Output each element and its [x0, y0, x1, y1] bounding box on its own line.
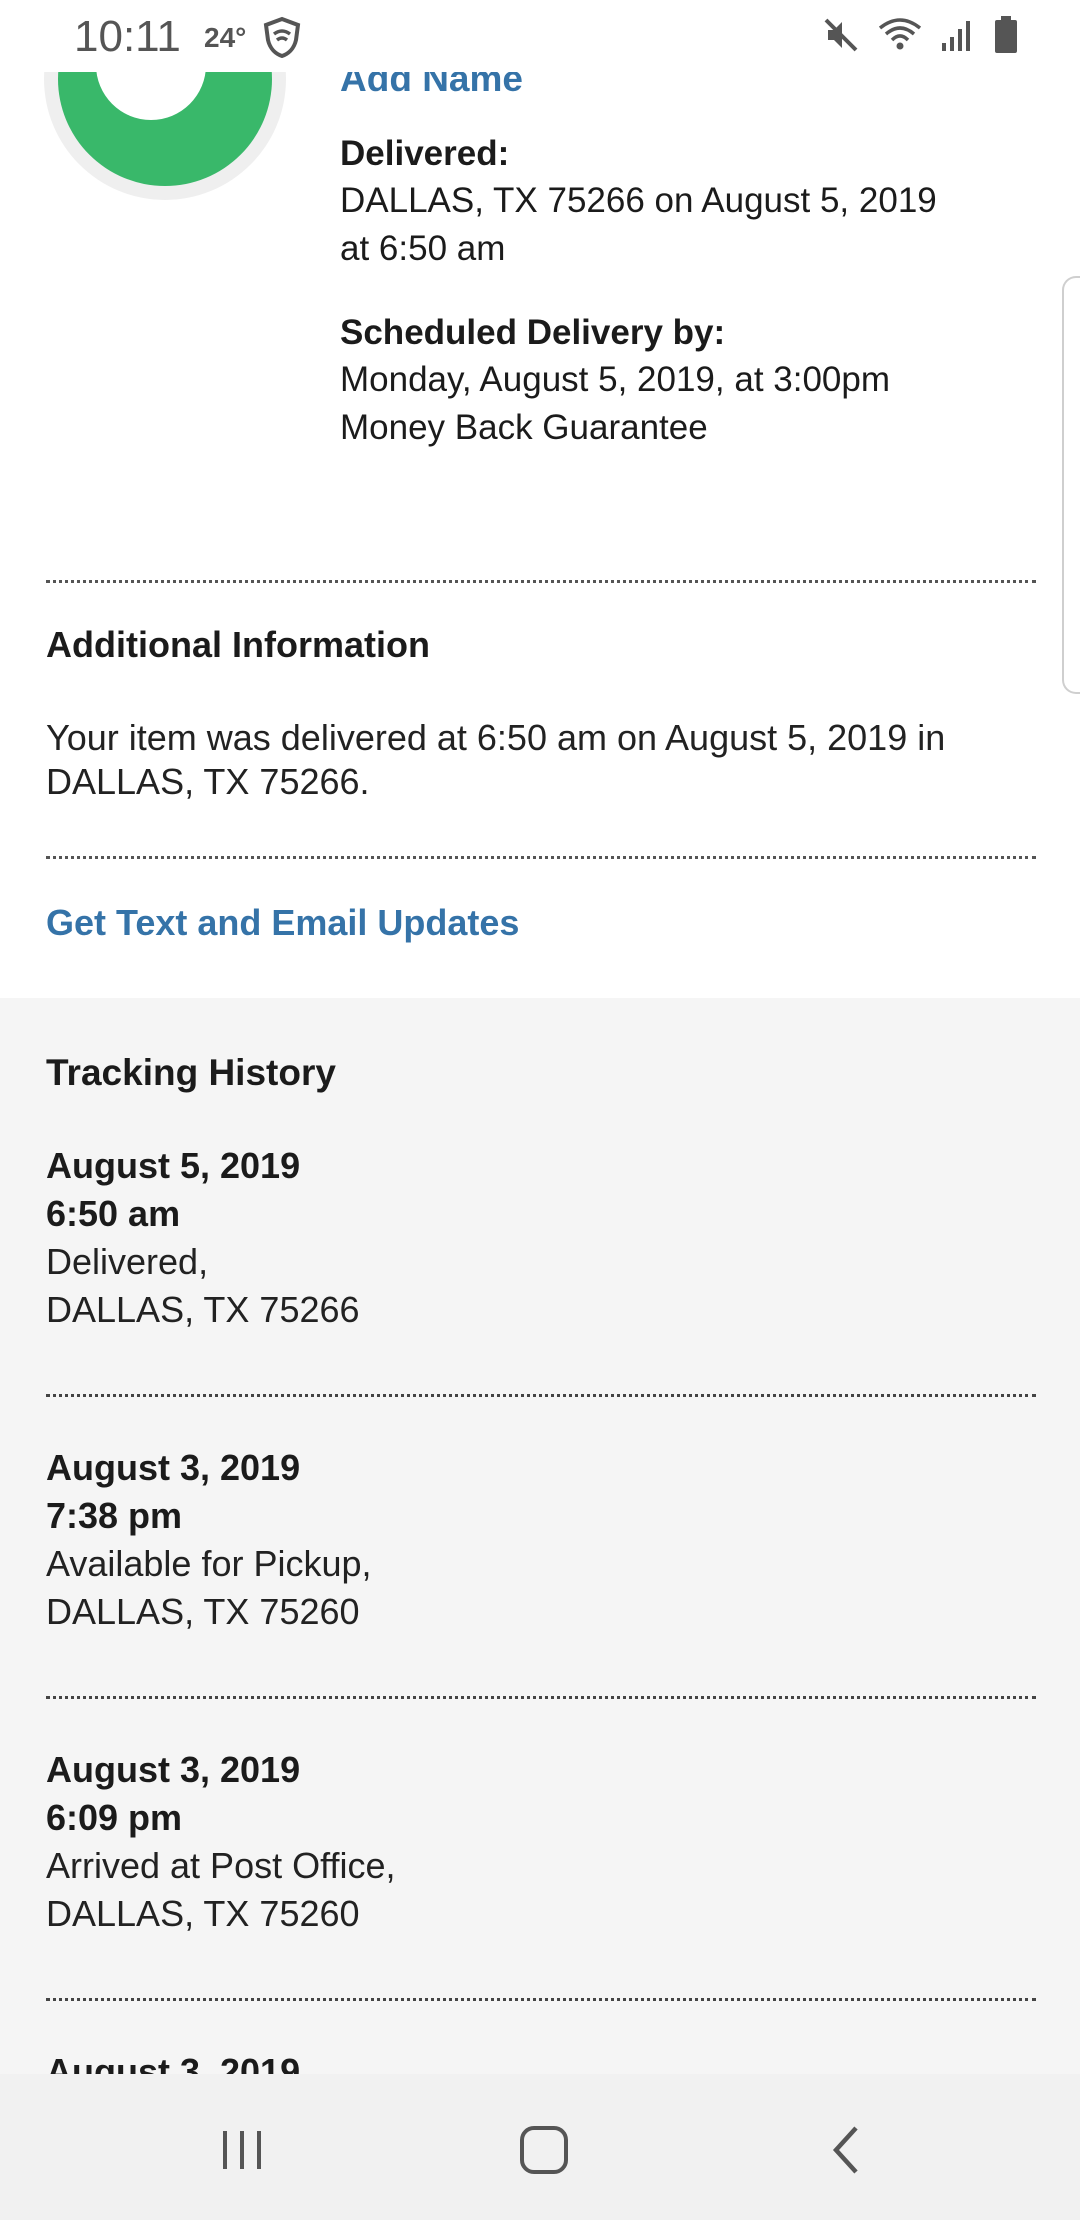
scheduled-value: Monday, August 5, 2019, at 3:00pm: [340, 360, 891, 399]
event-date: August 5, 2019: [46, 1145, 301, 1186]
event-date: August 3, 2019: [46, 1447, 301, 1488]
status-temperature: 24°: [204, 22, 247, 53]
shield-icon: [262, 16, 302, 63]
battery-icon: [994, 16, 1018, 59]
signal-icon: [940, 17, 976, 58]
event-status: Arrived at Post Office,: [46, 1845, 396, 1886]
event-status: Delivered,: [46, 1241, 209, 1282]
delivered-label: Delivered:: [340, 134, 510, 173]
divider: [46, 1394, 1036, 1397]
history-event: August 5, 2019 6:50 am Delivered, DALLAS…: [46, 1142, 1036, 1334]
wifi-icon: [878, 16, 922, 59]
event-date: August 3, 2019: [46, 2051, 301, 2074]
guarantee-text: Money Back Guarantee: [340, 408, 708, 447]
get-updates-link[interactable]: Get Text and Email Updates: [46, 902, 519, 944]
status-time: 10:11: [74, 12, 181, 61]
scheduled-label: Scheduled Delivery by:: [340, 313, 726, 352]
scroll-handle[interactable]: [1062, 276, 1080, 694]
history-event: August 3, 2019 7:38 pm Available for Pic…: [46, 1444, 1036, 1636]
additional-info-title: Additional Information: [46, 624, 430, 665]
history-event: August 3, 2019: [46, 2048, 1036, 2074]
tracking-history-title: Tracking History: [46, 1052, 336, 1093]
back-icon[interactable]: [816, 2122, 876, 2178]
package-summary: Add Name Delivered: DALLAS, TX 75266 on …: [0, 0, 1080, 998]
divider: [46, 1696, 1036, 1699]
additional-info-text: Your item was delivered at 6:50 am on Au…: [46, 717, 946, 802]
event-time: 6:09 pm: [46, 1797, 183, 1838]
home-icon[interactable]: [514, 2122, 574, 2178]
divider: [46, 1998, 1036, 2001]
event-date: August 3, 2019: [46, 1749, 301, 1790]
event-location: DALLAS, TX 75260: [46, 1893, 360, 1934]
event-time: 6:50 am: [46, 1193, 181, 1234]
event-location: DALLAS, TX 75266: [46, 1289, 360, 1330]
event-time: 7:38 pm: [46, 1495, 183, 1536]
status-bar: 10:11 24°: [0, 0, 1080, 72]
event-location: DALLAS, TX 75260: [46, 1591, 360, 1632]
delivered-value: DALLAS, TX 75266 on August 5, 2019 at 6:…: [340, 181, 937, 268]
history-event: August 3, 2019 6:09 pm Arrived at Post O…: [46, 1746, 1036, 1938]
navigation-bar: [0, 2074, 1080, 2220]
mute-icon: [822, 16, 860, 59]
divider: [46, 856, 1036, 859]
divider: [46, 580, 1036, 583]
tracking-history: Tracking History August 5, 2019 6:50 am …: [0, 998, 1080, 2074]
recent-apps-icon[interactable]: [212, 2122, 272, 2178]
event-status: Available for Pickup,: [46, 1543, 372, 1584]
delivery-details: Add Name Delivered: DALLAS, TX 75266 on …: [340, 58, 940, 452]
